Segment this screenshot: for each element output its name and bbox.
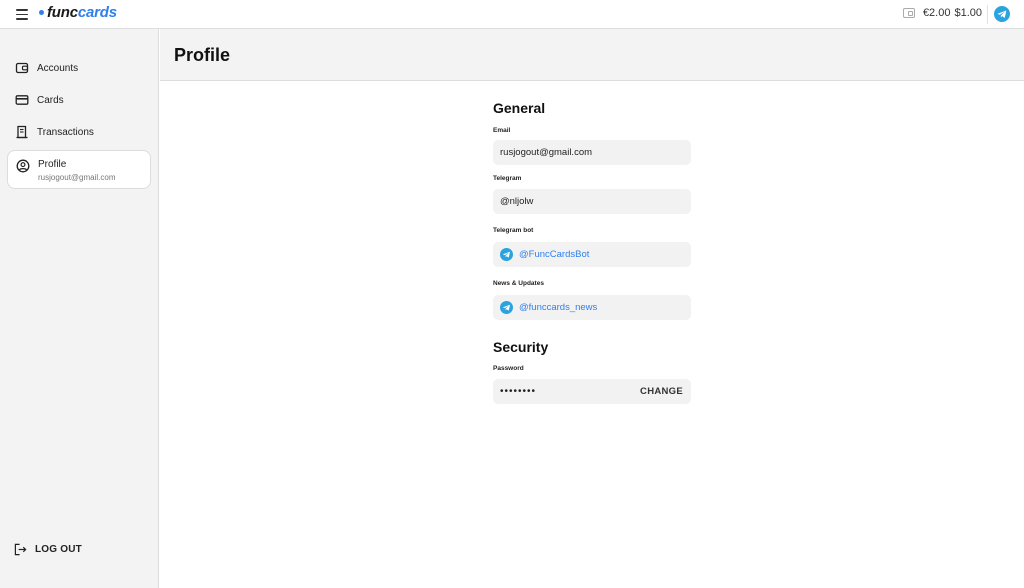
- wallet-icon: [15, 62, 29, 74]
- telegram-icon[interactable]: [994, 6, 1010, 22]
- security-section-title: Security: [493, 339, 549, 355]
- hamburger-menu-icon[interactable]: [14, 6, 32, 22]
- password-field: •••••••• CHANGE: [493, 379, 691, 404]
- receipt-icon: [16, 125, 28, 139]
- balance-usd: $1.00: [954, 7, 982, 19]
- password-value: ••••••••: [500, 386, 537, 397]
- credit-card-icon: [15, 95, 29, 105]
- sidebar-item-profile[interactable]: Profile rusjogout@gmail.com: [7, 150, 151, 189]
- balance-eur: €2.00: [922, 7, 951, 19]
- sidebar-item-transactions[interactable]: Transactions: [7, 117, 151, 147]
- sidebar: Accounts Cards Transactions Profile rusj…: [0, 29, 159, 588]
- news-channel-link[interactable]: @funccards_news: [493, 295, 691, 320]
- logo-dot-icon: [39, 9, 44, 15]
- sidebar-item-label: Profile: [38, 159, 67, 170]
- sidebar-item-sublabel: rusjogout@gmail.com: [38, 173, 116, 182]
- news-label: News & Updates: [493, 280, 544, 287]
- app-logo[interactable]: funccards: [39, 4, 117, 21]
- user-circle-icon: [16, 159, 30, 173]
- top-bar: funccards €2.00 $1.00: [0, 0, 1024, 29]
- general-section-title: General: [493, 100, 546, 116]
- change-password-button[interactable]: CHANGE: [640, 386, 683, 397]
- telegram-field[interactable]: @nljolw: [493, 189, 691, 214]
- telegram-bot-link[interactable]: @FuncCardsBot: [493, 242, 691, 267]
- sidebar-item-accounts[interactable]: Accounts: [7, 53, 151, 83]
- password-label: Password: [493, 365, 524, 372]
- wallet-icon: [902, 8, 915, 18]
- logout-icon: [14, 543, 27, 556]
- page-header: Profile: [160, 29, 1024, 81]
- telegram-icon: [500, 248, 513, 261]
- page-title: Profile: [174, 45, 231, 65]
- email-label: Email: [493, 127, 511, 134]
- sidebar-item-cards[interactable]: Cards: [7, 85, 151, 115]
- email-field[interactable]: rusjogout@gmail.com: [493, 140, 691, 165]
- telegram-bot-label: Telegram bot: [493, 227, 534, 234]
- telegram-label: Telegram: [493, 175, 522, 182]
- logout-button[interactable]: LOG OUT: [14, 543, 82, 556]
- telegram-icon: [500, 301, 513, 314]
- balance-display: €2.00 $1.00: [902, 7, 982, 19]
- divider: [987, 5, 988, 24]
